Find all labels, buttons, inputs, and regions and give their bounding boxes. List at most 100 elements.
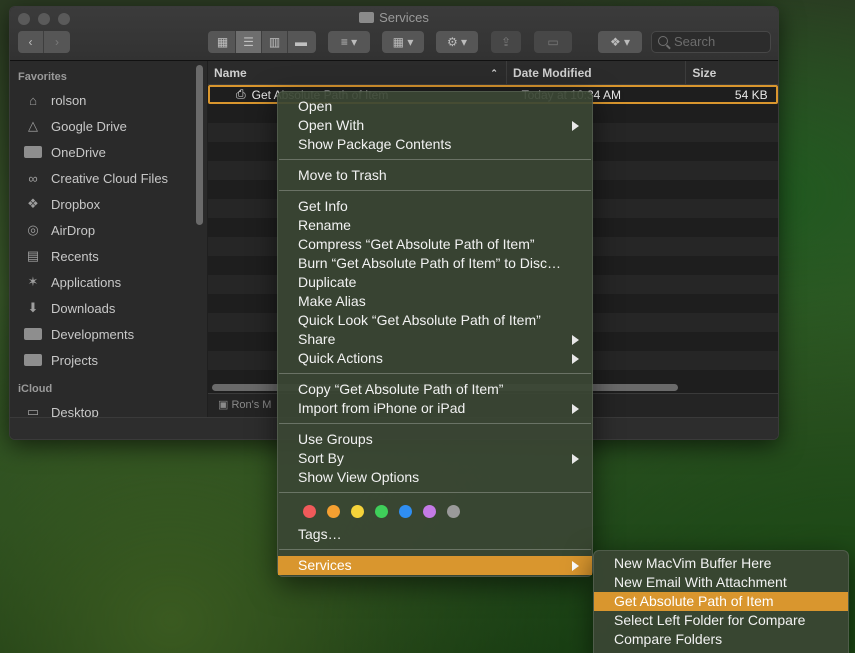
google-drive-icon: △ [28,118,38,133]
sidebar-item-label: AirDrop [51,222,96,238]
menu-item-show-view-options[interactable]: Show View Options [278,468,592,487]
sidebar-item-projects[interactable]: Projects [10,347,207,373]
menu-item-quick-actions[interactable]: Quick Actions [278,349,592,368]
menu-item-import-from-iphone[interactable]: Import from iPhone or iPad [278,399,592,418]
menu-separator [279,492,591,493]
menu-item-make-alias[interactable]: Make Alias [278,292,592,311]
path-bar-item[interactable]: Ron's M [231,399,271,411]
menu-item-burn[interactable]: Burn “Get Absolute Path of Item” to Disc… [278,254,592,273]
column-size[interactable]: Size [686,61,778,84]
menu-item-label: Show Package Contents [298,136,452,152]
sidebar-scrollbar[interactable] [196,65,203,225]
sidebar-item-label: Downloads [51,300,116,316]
column-date-modified[interactable]: Date Modified [507,61,687,84]
tag-purple-dot[interactable] [423,504,436,518]
sidebar-item-downloads[interactable]: ⬇ Downloads [10,295,207,321]
menu-item-rename[interactable]: Rename [278,216,592,235]
menu-item-move-to-trash[interactable]: Move to Trash [278,166,592,185]
submenu-item-new-macvim-buffer[interactable]: New MacVim Buffer Here [594,554,848,573]
share-button[interactable]: ⇪ [491,31,521,53]
folder-icon [359,12,375,23]
tag-orange-dot[interactable] [327,504,340,518]
home-icon: ⌂ [29,92,37,108]
dropbox-icon: ❖ [27,196,39,211]
menu-item-label: Move to Trash [298,167,387,183]
icon-view-icon[interactable]: ▦ [210,31,236,53]
search-field[interactable]: Search [651,31,771,53]
sidebar-item-dropbox[interactable]: ❖ Dropbox [10,191,207,217]
menu-item-open-with[interactable]: Open With [278,116,592,135]
submenu-arrow-icon [572,335,579,345]
tag-button[interactable]: ▭ [534,31,572,53]
dropbox-button[interactable]: ❖ ▾ [598,31,642,53]
group-menu-button[interactable]: ≡ ▾ [328,31,370,53]
menu-item-label: Select Left Folder for Compare [614,612,806,628]
gallery-view-icon[interactable]: ▬ [288,31,314,53]
tag-gray-dot[interactable] [447,504,460,518]
menu-item-use-groups[interactable]: Use Groups [278,430,592,449]
menu-item-label: Import from iPhone or iPad [298,400,466,416]
menu-item-label: Share [298,331,336,347]
menu-separator [279,373,591,374]
nav-buttons: ‹ › [18,31,70,53]
sidebar-item-developments[interactable]: Developments [10,321,207,347]
view-switcher: ▦ ☰ ▥ ▬ [208,31,316,53]
column-name[interactable]: Name ⌃ [208,61,507,84]
submenu-item-compare-folders[interactable]: Compare Folders [594,630,848,649]
sidebar-item-applications[interactable]: ✶ Applications [10,269,207,295]
menu-item-sort-by[interactable]: Sort By [278,449,592,468]
menu-separator [279,190,591,191]
menu-item-get-info[interactable]: Get Info [278,197,592,216]
submenu-item-new-email[interactable]: New Email With Attachment [594,573,848,592]
sidebar-item-label: rolson [51,92,87,108]
file-size: 54 KB [734,87,768,102]
recents-icon: ▤ [26,248,40,263]
sidebar-item-google-drive[interactable]: △ Google Drive [10,113,207,139]
sidebar-item-airdrop[interactable]: ◎ AirDrop [10,217,207,243]
action-menu-button[interactable]: ⚙ ▾ [436,31,478,53]
folder-icon [24,354,42,366]
submenu-item-get-absolute-path[interactable]: Get Absolute Path of Item [594,592,848,611]
tag-green-dot[interactable] [375,504,388,518]
menu-separator [279,549,591,550]
tag-color-row [278,499,592,523]
sidebar-item-rolson[interactable]: ⌂ rolson [10,87,207,113]
sidebar-item-creative-cloud[interactable]: ∞ Creative Cloud Files [10,165,207,191]
menu-item-label: Make Alias [298,293,366,309]
forward-button[interactable]: › [44,31,70,53]
folder-icon [24,328,42,340]
sidebar-item-label: Applications [51,274,122,290]
submenu-item-select-left-folder[interactable]: Select Left Folder for Compare [594,611,848,630]
search-placeholder: Search [674,34,716,49]
menu-item-services[interactable]: Services [278,556,592,575]
dropbox-icon: ❖ ▾ [609,35,631,49]
menu-item-show-package-contents[interactable]: Show Package Contents [278,135,592,154]
window-title-text: Services [379,10,429,25]
tag-yellow-dot[interactable] [351,504,364,518]
menu-item-label: Use Groups [298,431,373,447]
list-view-icon[interactable]: ☰ [236,31,262,53]
menu-item-tags[interactable]: Tags… [278,525,592,544]
column-view-icon[interactable]: ▥ [262,31,288,53]
menu-item-label: Tags… [298,526,342,542]
sidebar-item-onedrive[interactable]: OneDrive [10,139,207,165]
airdrop-icon: ◎ [27,222,39,237]
menu-item-label: Quick Look “Get Absolute Path of Item” [298,312,541,328]
menu-item-open[interactable]: Open [278,97,592,116]
back-button[interactable]: ‹ [18,31,44,53]
sidebar-item-label: Projects [51,352,98,368]
tag-red-dot[interactable] [303,504,316,518]
tag-blue-dot[interactable] [399,504,412,518]
menu-item-compress[interactable]: Compress “Get Absolute Path of Item” [278,235,592,254]
arrange-menu-button[interactable]: ▦ ▾ [382,31,424,53]
menu-item-copy[interactable]: Copy “Get Absolute Path of Item” [278,380,592,399]
menu-item-label: Get Info [298,198,348,214]
sidebar-item-recents[interactable]: ▤ Recents [10,243,207,269]
menu-item-label: Compare Folders [614,631,723,647]
menu-item-duplicate[interactable]: Duplicate [278,273,592,292]
applications-icon: ✶ [27,274,39,289]
sidebar-item-label: Creative Cloud Files [51,170,169,186]
menu-item-share[interactable]: Share [278,330,592,349]
menu-item-quick-look[interactable]: Quick Look “Get Absolute Path of Item” [278,311,592,330]
menu-item-label: Sort By [298,450,344,466]
